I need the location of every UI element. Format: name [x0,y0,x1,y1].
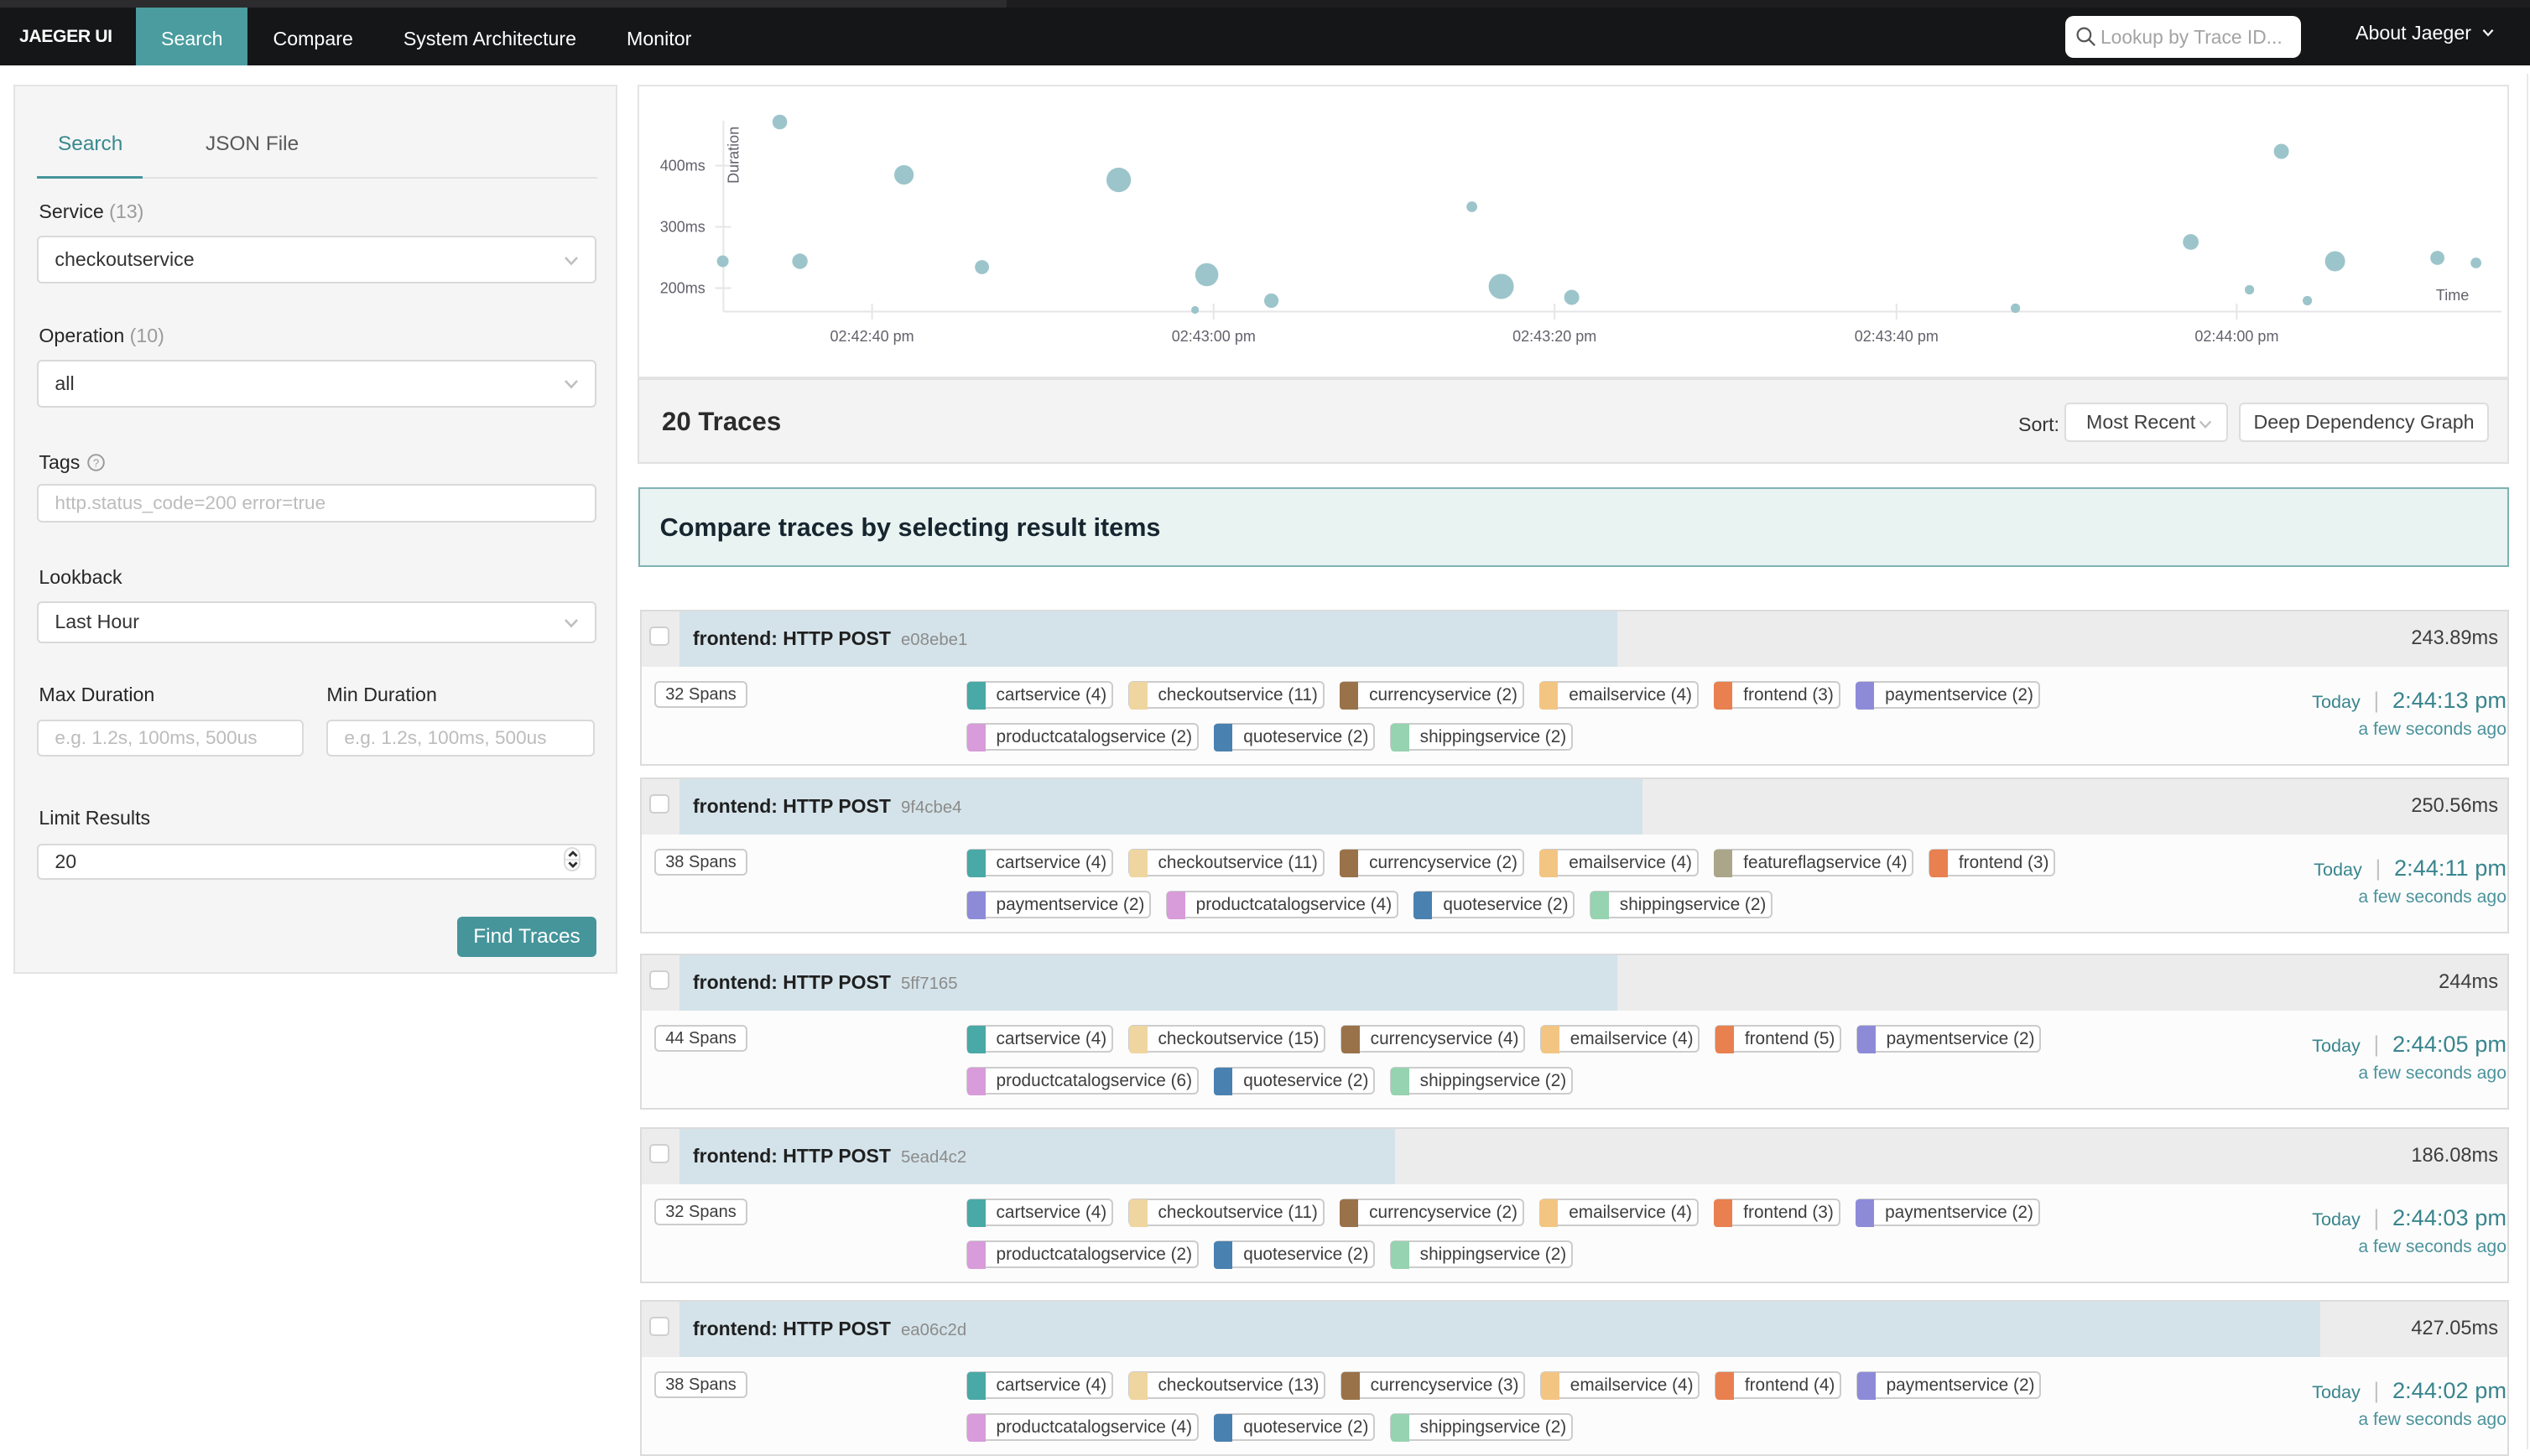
svg-text:02:43:00 pm: 02:43:00 pm [1172,328,1256,345]
svg-text:02:43:20 pm: 02:43:20 pm [1512,328,1596,345]
svg-text:02:43:40 pm: 02:43:40 pm [1855,328,1939,345]
svg-text:300ms: 300ms [660,219,705,236]
svg-text:200ms: 200ms [660,280,705,297]
svg-text:02:42:40 pm: 02:42:40 pm [830,328,914,345]
svg-text:Duration: Duration [726,127,742,184]
svg-text:Time: Time [2436,287,2469,304]
svg-text:400ms: 400ms [660,158,705,174]
svg-text:02:44:00 pm: 02:44:00 pm [2194,328,2278,345]
svg-text:?: ? [93,456,99,469]
